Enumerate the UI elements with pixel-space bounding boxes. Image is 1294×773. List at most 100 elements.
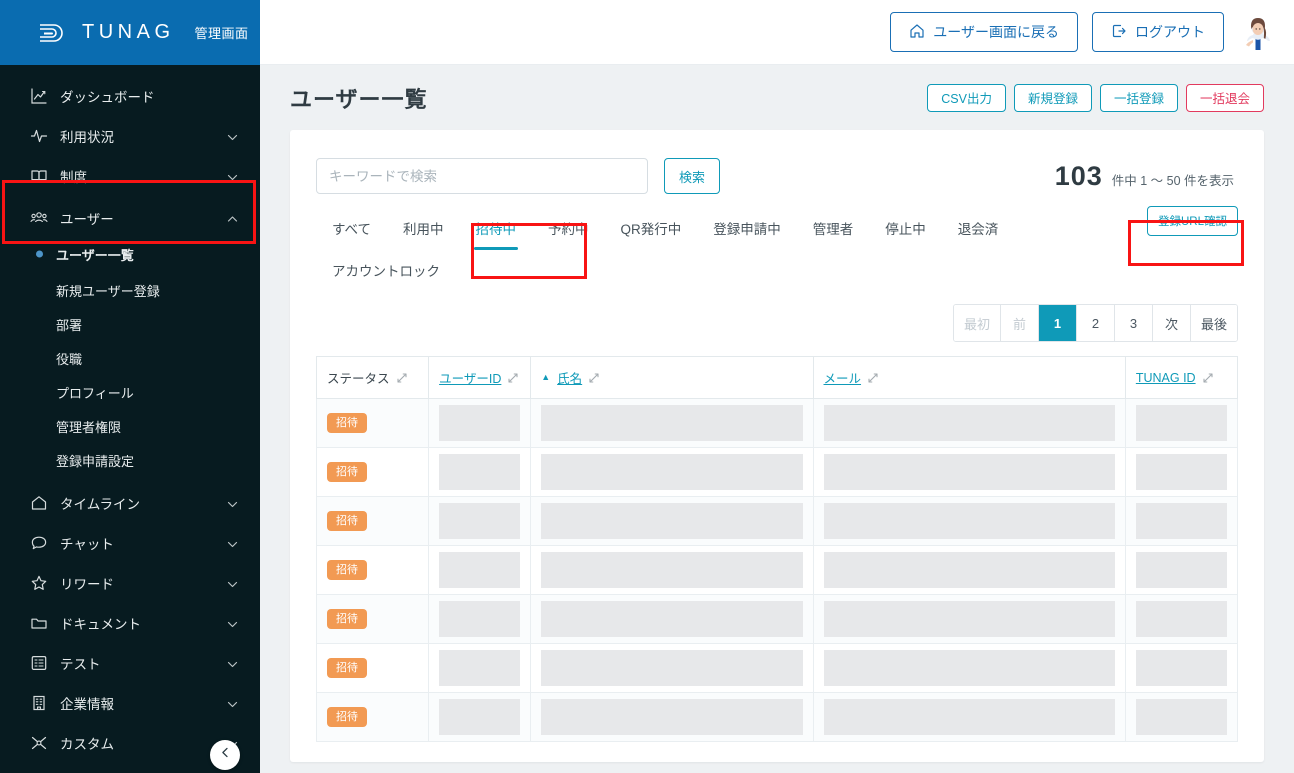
sidebar-subitem-label: 登録申請設定 (56, 453, 135, 469)
cell-tunag-id (1124, 398, 1239, 448)
sidebar-item-document[interactable]: ドキュメント (0, 606, 260, 640)
status-badge: 招待 (327, 461, 367, 483)
cell-email (812, 692, 1126, 742)
sidebar-subitem-label: 役職 (56, 351, 83, 367)
chevron-down-icon (227, 538, 238, 549)
column-header-name[interactable]: ▲ 氏名 (530, 356, 814, 399)
pagination-first[interactable]: 最初 (953, 305, 1001, 341)
redacted-value (541, 650, 803, 686)
new-registration-button[interactable]: 新規登録 (1013, 83, 1092, 112)
sidebar-item-chat[interactable]: チャット (0, 526, 260, 560)
sidebar-item-test[interactable]: テスト (0, 646, 260, 680)
tab-inviting[interactable]: 招待中 (460, 208, 533, 250)
tab-suspended[interactable]: 停止中 (869, 208, 942, 250)
pagination-page-2[interactable]: 2 (1076, 305, 1115, 341)
sidebar-subitem-profile[interactable]: プロフィール (0, 375, 260, 409)
table-row[interactable]: 招待 (315, 398, 1239, 448)
tab-qr-issuing[interactable]: QR発行中 (605, 208, 698, 250)
table-row[interactable]: 招待 (315, 643, 1239, 693)
pagination-page-1[interactable]: 1 (1038, 305, 1077, 341)
pagination-prev[interactable]: 前 (1000, 305, 1039, 341)
tab-active[interactable]: 利用中 (387, 208, 460, 250)
column-header-status[interactable]: ステータス (315, 356, 430, 399)
redacted-value (439, 454, 521, 490)
tab-all[interactable]: すべて (316, 208, 387, 250)
top-bar-actions: ユーザー画面に戻る ログアウト (260, 0, 1294, 65)
tab-account-lock[interactable]: アカウントロック (316, 250, 456, 292)
column-header-email[interactable]: メール (812, 356, 1126, 399)
sort-ascending-icon: ▲ (541, 372, 551, 382)
sidebar-item-label: テスト (60, 657, 101, 672)
bulk-withdrawal-button[interactable]: 一括退会 (1185, 83, 1264, 112)
tab-administrator[interactable]: 管理者 (797, 208, 870, 250)
sidebar-subitem-user-list[interactable]: ユーザー一覧 (0, 237, 260, 271)
table-row[interactable]: 招待 (315, 692, 1239, 742)
sidebar-item-company-info[interactable]: 企業情報 (0, 686, 260, 720)
resize-handle-icon[interactable] (867, 372, 879, 384)
search-input[interactable] (316, 158, 648, 194)
back-to-user-screen-button[interactable]: ユーザー画面に戻る (890, 12, 1078, 52)
pagination-last[interactable]: 最後 (1190, 305, 1237, 341)
sidebar-subitem-new-user[interactable]: 新規ユーザー登録 (0, 273, 260, 307)
result-count-text: 件中 1 〜 50 件を表示 (1111, 173, 1234, 188)
sidebar-item-users[interactable]: ユーザー (0, 201, 260, 235)
sidebar: ダッシュボード 利用状況 制度 ユーザー ユーザー一覧 新規ユーザー登録 部署 … (0, 65, 260, 773)
status-badge: 招待 (327, 510, 367, 532)
pagination-page-3[interactable]: 3 (1114, 305, 1153, 341)
redacted-value (823, 405, 1115, 441)
cell-email (812, 496, 1126, 546)
cell-tunag-id (1124, 447, 1239, 497)
table-row[interactable]: 招待 (315, 545, 1239, 595)
redacted-value (541, 601, 803, 637)
column-header-label[interactable]: 氏名 (557, 368, 582, 387)
chevron-down-icon (227, 498, 238, 509)
tab-registration-applying[interactable]: 登録申請中 (697, 208, 797, 250)
chevron-down-icon (227, 618, 238, 629)
bulk-registration-button[interactable]: 一括登録 (1099, 83, 1178, 112)
cell-name (530, 643, 814, 693)
sidebar-subitem-registration-settings[interactable]: 登録申請設定 (0, 443, 260, 477)
sidebar-item-label: チャット (60, 537, 114, 552)
sidebar-subitem-position[interactable]: 役職 (0, 341, 260, 375)
logout-label: ログアウト (1135, 24, 1205, 40)
table-row[interactable]: 招待 (315, 447, 1239, 497)
pagination-next[interactable]: 次 (1152, 305, 1191, 341)
search-button[interactable]: 検索 (664, 158, 720, 194)
sidebar-subitem-department[interactable]: 部署 (0, 307, 260, 341)
sidebar-subitem-label: 新規ユーザー登録 (56, 283, 160, 299)
page-header: ユーザー一覧 CSV出力 新規登録 一括登録 一括退会 (260, 65, 1294, 130)
table-row[interactable]: 招待 (315, 594, 1239, 644)
brand-area[interactable]: TUNAG 管理画面 (0, 0, 260, 65)
list-check-icon (30, 654, 48, 672)
resize-handle-icon[interactable] (1202, 372, 1214, 384)
sidebar-item-label: 利用状況 (60, 130, 114, 145)
resize-handle-icon[interactable] (507, 372, 519, 384)
sidebar-subitem-admin-rights[interactable]: 管理者権限 (0, 409, 260, 443)
logout-button[interactable]: ログアウト (1092, 12, 1224, 52)
cell-email (812, 545, 1126, 595)
tab-reserved[interactable]: 予約中 (532, 208, 605, 250)
sidebar-item-reward[interactable]: リワード (0, 566, 260, 600)
resize-handle-icon[interactable] (588, 372, 600, 384)
table-row[interactable]: 招待 (315, 496, 1239, 546)
redacted-value (1135, 552, 1227, 588)
column-header-label[interactable]: メール (824, 368, 862, 387)
column-header-label[interactable]: TUNAG ID (1136, 371, 1196, 385)
avatar[interactable] (1238, 12, 1278, 52)
sidebar-item-dashboard[interactable]: ダッシュボード (0, 79, 260, 113)
redacted-value (823, 503, 1115, 539)
sidebar-item-system[interactable]: 制度 (0, 159, 260, 193)
tab-withdrawn[interactable]: 退会済 (942, 208, 1015, 250)
registration-url-confirm-button[interactable]: 登録URL確認 (1146, 206, 1238, 236)
csv-export-button[interactable]: CSV出力 (927, 83, 1006, 112)
sidebar-item-timeline[interactable]: タイムライン (0, 486, 260, 520)
chevron-left-icon (219, 746, 232, 764)
column-header-tunag-id[interactable]: TUNAG ID (1124, 356, 1239, 399)
sidebar-collapse-button[interactable] (210, 740, 240, 770)
column-header-user-id[interactable]: ユーザーID (428, 356, 532, 399)
chart-line-icon (30, 87, 48, 105)
resize-handle-icon[interactable] (396, 372, 408, 384)
sidebar-item-usage[interactable]: 利用状況 (0, 119, 260, 153)
column-header-label[interactable]: ユーザーID (439, 368, 501, 387)
cell-email (812, 643, 1126, 693)
